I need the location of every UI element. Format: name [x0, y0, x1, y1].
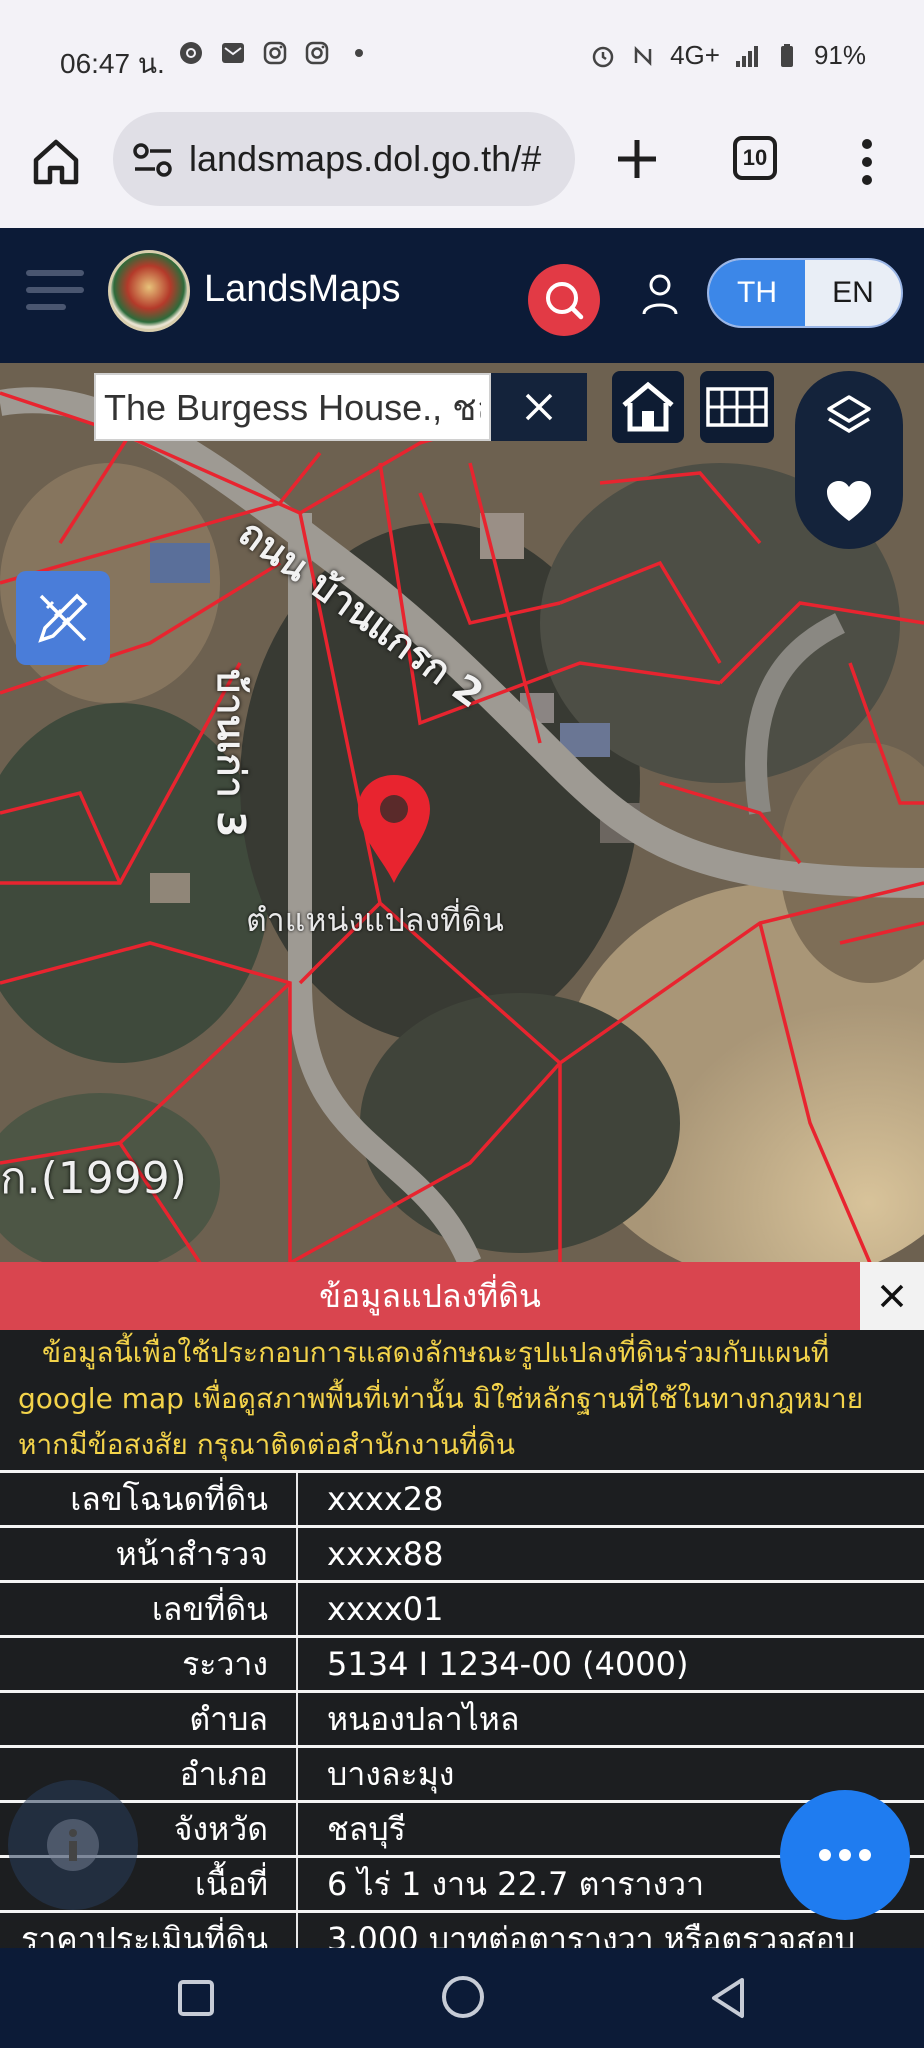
- grid-icon: [706, 387, 768, 427]
- satellite-map[interactable]: [0, 363, 924, 1263]
- row-label: หน้าสำรวจ: [115, 1535, 268, 1573]
- table-row: เลขโฉนดที่ดิน xxxx28: [0, 1470, 924, 1528]
- address-bar[interactable]: landsmaps.dol.go.th/#: [113, 112, 575, 206]
- tab-switcher-button[interactable]: 10: [733, 136, 777, 180]
- app-header: LandsMaps TH EN: [0, 228, 924, 363]
- map-search-input[interactable]: [94, 373, 491, 441]
- browser-home-icon[interactable]: [30, 136, 82, 188]
- site-settings-icon[interactable]: [133, 142, 173, 178]
- map-grid-button[interactable]: [700, 371, 774, 443]
- row-label: ตำบล: [189, 1700, 268, 1738]
- row-value: xxxx88: [327, 1535, 444, 1573]
- info-button[interactable]: [8, 1780, 138, 1910]
- panel-title: ข้อมูลแปลงที่ดิน: [0, 1262, 860, 1330]
- new-tab-icon[interactable]: [612, 134, 662, 184]
- status-time: 06:47 น.: [60, 48, 165, 79]
- lang-en-button[interactable]: EN: [805, 260, 901, 326]
- pin-label: ตำแหน่งแปลงที่ดิน: [246, 901, 504, 939]
- measure-tool-button[interactable]: [16, 571, 110, 665]
- row-value: ชลบุรี: [327, 1810, 406, 1848]
- signal-icon: [735, 45, 758, 67]
- pencil-ruler-icon: [38, 593, 88, 643]
- status-bar: 06:47 น. 4G+ 91%: [0, 0, 924, 112]
- row-value: หนองปลาไหล: [327, 1700, 520, 1738]
- house-icon: [622, 381, 674, 432]
- row-label: ระวาง: [182, 1645, 268, 1683]
- map-home-button[interactable]: [612, 371, 684, 443]
- close-icon: [525, 393, 553, 421]
- road-label: บ้านเก่า 3: [209, 669, 253, 838]
- more-dots-icon: [819, 1849, 871, 1861]
- user-icon[interactable]: [640, 272, 680, 316]
- nfc-icon: [634, 45, 652, 66]
- row-label: ราคาประเมินที่ดิน: [21, 1920, 268, 1948]
- row-value: xxxx28: [327, 1480, 444, 1518]
- lang-th-button[interactable]: TH: [709, 260, 805, 326]
- browser-toolbar: landsmaps.dol.go.th/# 10: [0, 112, 924, 228]
- row-label: เลขที่ดิน: [151, 1590, 268, 1628]
- map-view[interactable]: ถนน บ้านแกรก 2 บ้านเก่า 3 ก.(1999) ตำแหน…: [0, 363, 924, 1263]
- table-row: เลขที่ดิน xxxx01: [0, 1580, 924, 1638]
- home-button[interactable]: [442, 1976, 484, 2018]
- place-label: ก.(1999): [0, 1153, 187, 1204]
- brand-name[interactable]: LandsMaps: [204, 268, 400, 311]
- table-row: อำเภอ บางละมุง: [0, 1745, 924, 1803]
- heart-icon[interactable]: [825, 479, 873, 523]
- search-icon: [546, 282, 584, 320]
- disclaimer-note: ข้อมูลนี้เพื่อใช้ประกอบการแสดงลักษณะรูปแ…: [18, 1330, 908, 1468]
- note-line: หากมีข้อสงสัย กรุณาติดต่อสำนักงานที่ดิน: [18, 1428, 515, 1461]
- system-nav-bar: [0, 1948, 924, 2048]
- menu-icon[interactable]: [26, 268, 86, 312]
- row-value: xxxx01: [327, 1590, 444, 1628]
- row-value: 5134 I 1234-00 (4000): [327, 1645, 689, 1683]
- clear-search-button[interactable]: [491, 373, 587, 441]
- row-value: บางละมุง: [327, 1755, 455, 1793]
- language-toggle: TH EN: [707, 258, 903, 328]
- url-text: landsmaps.dol.go.th/#: [189, 138, 542, 179]
- close-icon: [880, 1284, 904, 1308]
- network-type: 4G+: [670, 40, 720, 70]
- dol-logo[interactable]: [108, 250, 190, 332]
- table-row: ระวาง 5134 I 1234-00 (4000): [0, 1635, 924, 1693]
- mail-icon: [222, 43, 244, 63]
- chat-button[interactable]: [780, 1790, 910, 1920]
- alarm-icon: [592, 46, 614, 67]
- note-line: google map เพื่อดูสภาพพื้นที่เท่านั้น มิ…: [18, 1382, 864, 1415]
- note-line: ข้อมูลนี้เพื่อใช้ประกอบการแสดงลักษณะรูปแ…: [42, 1336, 830, 1369]
- panel-close-button[interactable]: [860, 1262, 924, 1330]
- battery-icon: [780, 43, 793, 67]
- table-row: ตำบล หนองปลาไหล: [0, 1690, 924, 1748]
- info-icon: [47, 1819, 99, 1871]
- table-row: ราคาประเมินที่ดิน 3,000 บาทต่อตารางวา หรื…: [0, 1910, 924, 1948]
- dot-icon: [355, 49, 363, 57]
- instagram-icon: [263, 41, 287, 65]
- row-value: 6 ไร่ 1 งาน 22.7 ตารางวา: [327, 1865, 705, 1903]
- table-row: หน้าสำรวจ xxxx88: [0, 1525, 924, 1583]
- row-value: 3,000 บาทต่อตารางวา หรือตรวจสอบ: [327, 1920, 856, 1948]
- layers-icon[interactable]: [825, 393, 873, 441]
- map-controls-panel: [795, 371, 903, 549]
- back-icon[interactable]: [708, 1976, 748, 2020]
- search-button[interactable]: [528, 264, 600, 336]
- instagram-icon: [305, 41, 329, 65]
- chrome-icon: [180, 42, 202, 64]
- battery-level: 91%: [813, 40, 866, 70]
- recents-button[interactable]: [178, 1980, 214, 2016]
- row-label: เลขโฉนดที่ดิน: [70, 1480, 268, 1518]
- location-pin-icon[interactable]: [354, 771, 434, 885]
- more-menu-icon[interactable]: [852, 136, 882, 188]
